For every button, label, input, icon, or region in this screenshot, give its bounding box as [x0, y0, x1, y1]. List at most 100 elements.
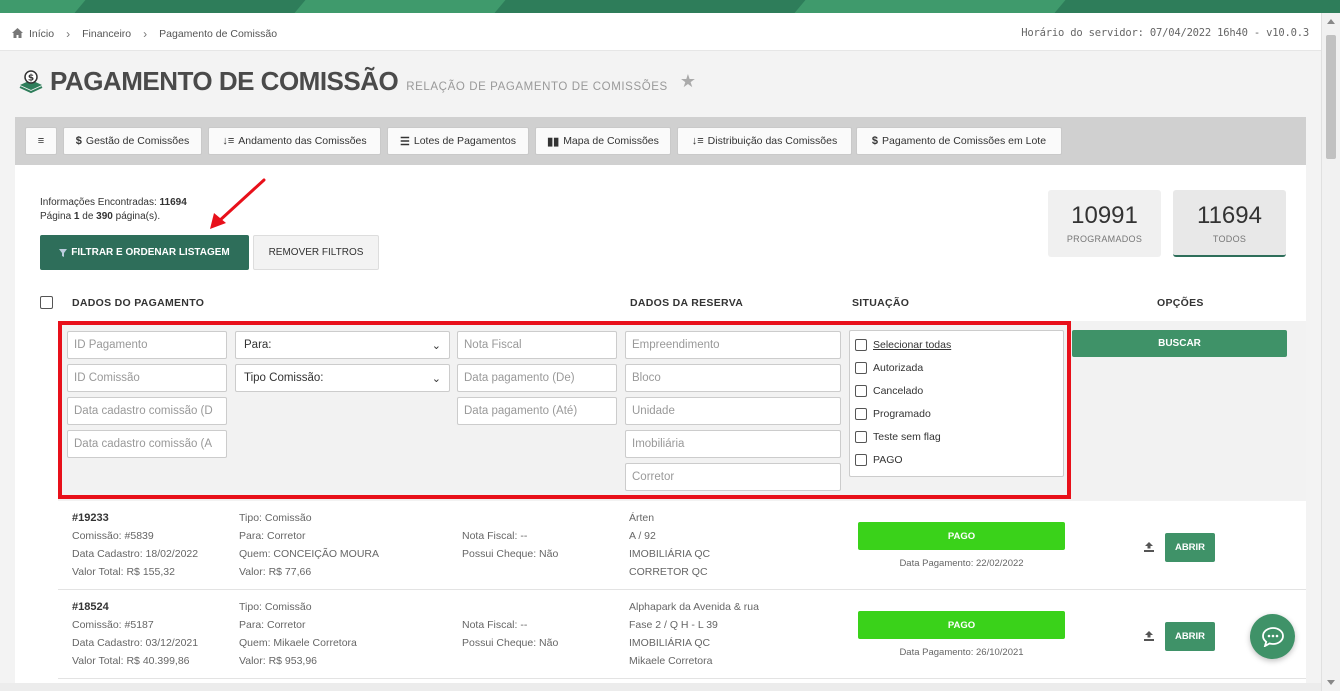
check-info: Possui Cheque: Não: [462, 548, 559, 560]
map-icon: ▮▮: [547, 135, 560, 148]
scroll-thumb[interactable]: [1326, 35, 1336, 159]
payment-date: Data Pagamento: 22/02/2022: [899, 558, 1024, 569]
filter-sort-label: FILTRAR E ORDENAR LISTAGEM: [71, 247, 230, 258]
value: Valor: R$ 77,66: [239, 566, 312, 578]
hamburger-icon: ≡: [37, 135, 45, 147]
type: Tipo: Comissão: [239, 512, 312, 524]
home-icon[interactable]: [12, 27, 23, 41]
payment-data: #18524 Comissão: #5187 Data Cadastro: 03…: [72, 598, 198, 670]
page-header: $ PAGAMENTO DE COMISSÃO RELAÇÃO DE PAGAM…: [18, 66, 696, 97]
payment-date: Data Pagamento: 26/10/2021: [899, 647, 1024, 658]
open-button[interactable]: ABRIR: [1165, 622, 1215, 651]
broker: CORRETOR QC: [629, 566, 708, 578]
page-scrollbar[interactable]: [1321, 13, 1340, 691]
found-label: Informações Encontradas:: [40, 197, 157, 208]
chat-bubble-icon: [1261, 626, 1284, 647]
status-badge: PAGO: [858, 522, 1065, 550]
commission-id: Comissão: #5839: [72, 530, 154, 542]
stat-todos[interactable]: 11694 TODOS: [1173, 190, 1286, 257]
reservation-data: Alphapark da Avenida & rua Fase 2 / Q H …: [629, 598, 759, 670]
header-status: SITUAÇÃO: [852, 297, 910, 309]
list-icon: ☰: [399, 135, 410, 148]
register-date: Data Cadastro: 03/12/2021: [72, 637, 199, 649]
real-estate: IMOBILIÁRIA QC: [629, 637, 711, 649]
tab-distribuicao-comissoes[interactable]: ↓≡ Distribuição das Comissões: [677, 127, 852, 155]
select-all-checkbox[interactable]: [40, 296, 53, 309]
stat-value: 11694: [1197, 202, 1262, 229]
broker: Mikaele Corretora: [629, 655, 713, 667]
tab-label: Andamento das Comissões: [238, 135, 367, 147]
breadcrumb-financeiro[interactable]: Financeiro: [82, 28, 131, 40]
invoice-info: Nota Fiscal: -- Possui Cheque: Não: [462, 527, 558, 563]
payment-details: Tipo: Comissão Para: Corretor Quem: Mika…: [239, 598, 357, 670]
open-button[interactable]: ABRIR: [1165, 533, 1215, 562]
tab-mapa-comissoes[interactable]: ▮▮ Mapa de Comissões: [535, 127, 671, 155]
page-prefix: Página: [40, 211, 72, 222]
commission-toolbar: ≡ $ Gestão de Comissões ↓≡ Andamento das…: [15, 117, 1306, 165]
recipient: Quem: CONCEIÇÃO MOURA: [239, 548, 380, 560]
header-reservation: DADOS DA RESERVA: [630, 297, 744, 309]
favorite-star-icon[interactable]: ★: [680, 71, 696, 92]
upload-icon[interactable]: [1144, 542, 1154, 552]
page-title: PAGAMENTO DE COMISSÃO: [50, 66, 399, 96]
breadcrumb-current: Pagamento de Comissão: [159, 28, 278, 40]
invoice: Nota Fiscal: --: [462, 530, 528, 542]
breadcrumb-bar: Início › Financeiro › Pagamento de Comis…: [0, 13, 1321, 51]
scroll-down-icon[interactable]: [1327, 680, 1335, 685]
breadcrumb-home[interactable]: Início: [29, 28, 54, 40]
invoice-info: Nota Fiscal: -- Possui Cheque: Não: [462, 616, 558, 652]
commission-id: Comissão: #5187: [72, 619, 154, 631]
remove-filters-button[interactable]: REMOVER FILTROS: [253, 235, 379, 270]
payment-id: #19233: [72, 512, 109, 524]
stat-value: 10991: [1071, 202, 1138, 229]
scroll-up-icon[interactable]: [1327, 19, 1335, 24]
bottom-strip: [0, 683, 1321, 691]
header-payment: DADOS DO PAGAMENTO: [72, 297, 205, 309]
check-info: Possui Cheque: Não: [462, 637, 559, 649]
invoice: Nota Fiscal: --: [462, 619, 528, 631]
annotation-arrow-icon: [210, 178, 266, 229]
total-value: Valor Total: R$ 40.399,86: [72, 655, 190, 667]
tab-andamento-comissoes[interactable]: ↓≡ Andamento das Comissões: [208, 127, 381, 155]
sort-icon: ↓≡: [222, 135, 235, 147]
total-value: Valor Total: R$ 155,32: [72, 566, 175, 578]
page-subtitle: RELAÇÃO DE PAGAMENTO DE COMISSÕES: [406, 81, 668, 93]
top-band: [0, 0, 1340, 13]
stat-programados[interactable]: 10991 PROGRAMADOS: [1048, 190, 1161, 257]
sort-icon: ↓≡: [691, 135, 704, 147]
menu-toggle-button[interactable]: ≡: [25, 127, 57, 155]
tab-label: Gestão de Comissões: [85, 135, 190, 147]
status-badge: PAGO: [858, 611, 1065, 639]
type: Tipo: Comissão: [239, 601, 312, 613]
tab-gestao-comissoes[interactable]: $ Gestão de Comissões: [63, 127, 202, 155]
tab-lotes-pagamentos[interactable]: ☰ Lotes de Pagamentos: [387, 127, 529, 155]
filter-sort-button[interactable]: FILTRAR E ORDENAR LISTAGEM: [40, 235, 249, 270]
dollar-icon: $: [871, 135, 879, 147]
table-row: #18524 Comissão: #5187 Data Cadastro: 03…: [58, 590, 1306, 679]
tab-pagamento-lote[interactable]: $ Pagamento de Comissões em Lote: [856, 127, 1062, 155]
unit: Fase 2 / Q H - L 39: [629, 619, 718, 631]
payment-id: #18524: [72, 601, 109, 613]
upload-icon[interactable]: [1144, 631, 1154, 641]
header-options: OPÇÕES: [1157, 297, 1204, 309]
chevron-right-icon: ›: [143, 27, 148, 41]
value: Valor: R$ 953,96: [239, 655, 318, 667]
chevron-right-icon: ›: [66, 27, 71, 41]
recipient-type: Para: Corretor: [239, 619, 306, 631]
page-suffix: página(s).: [115, 211, 161, 222]
development: Alphapark da Avenida & rua: [629, 601, 759, 613]
svg-text:$: $: [28, 73, 34, 83]
search-button[interactable]: BUSCAR: [1072, 330, 1287, 357]
dollar-icon: $: [75, 135, 82, 147]
register-date: Data Cadastro: 18/02/2022: [72, 548, 199, 560]
stat-label: PROGRAMADOS: [1066, 234, 1143, 244]
remove-filters-label: REMOVER FILTROS: [268, 247, 364, 258]
recipient: Quem: Mikaele Corretora: [239, 637, 357, 649]
unit: A / 92: [629, 530, 656, 542]
real-estate: IMOBILIÁRIA QC: [629, 548, 711, 560]
tab-label: Mapa de Comissões: [563, 135, 659, 147]
stat-label: TODOS: [1212, 234, 1247, 244]
highlight-box: [58, 321, 1071, 499]
page-of: de: [82, 211, 94, 222]
chat-button[interactable]: [1250, 614, 1295, 659]
